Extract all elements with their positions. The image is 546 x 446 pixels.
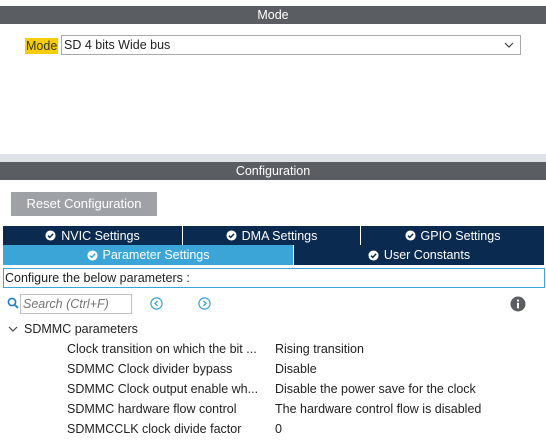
param-value: The hardware control flow is disabled	[275, 402, 482, 416]
mode-select-value: SD 4 bits Wide bus	[64, 38, 171, 52]
param-row[interactable]: SDMMCCLK clock divide factor 0	[67, 419, 282, 439]
param-name: SDMMC Clock output enable wh...	[67, 382, 259, 396]
param-name: SDMMC hardware flow control	[67, 402, 237, 416]
check-circle-icon	[405, 230, 416, 241]
tab-parameter-settings[interactable]: Parameter Settings	[3, 245, 294, 265]
param-value: Disable	[275, 362, 317, 376]
info-icon[interactable]	[510, 296, 526, 312]
section-divider	[0, 154, 546, 162]
param-row[interactable]: SDMMC Clock output enable wh... Disable …	[67, 379, 476, 399]
param-name: Clock transition on which the bit ...	[67, 342, 257, 356]
param-row[interactable]: SDMMC Clock divider bypass Disable	[67, 359, 317, 379]
tab-label: Parameter Settings	[102, 248, 210, 262]
param-row[interactable]: Clock transition on which the bit ... Ri…	[67, 339, 364, 359]
chevron-down-icon	[8, 326, 18, 332]
tab-label: User Constants	[383, 248, 471, 262]
tab-row-1: NVIC Settings DMA Settings GPIO Settings	[3, 226, 544, 245]
sdmmc-parameters-group[interactable]: SDMMC parameters	[8, 320, 138, 338]
check-circle-icon	[45, 230, 56, 241]
mode-label: Mode	[25, 37, 59, 54]
mode-select[interactable]: SD 4 bits Wide bus	[61, 35, 521, 55]
mode-header: Mode	[0, 6, 546, 24]
tab-label: GPIO Settings	[420, 228, 501, 243]
tab-dma-settings[interactable]: DMA Settings	[183, 226, 361, 245]
check-circle-icon	[368, 249, 379, 261]
param-row[interactable]: SDMMC hardware flow control The hardware…	[67, 399, 481, 419]
chevron-down-icon	[504, 42, 514, 48]
tab-label: DMA Settings	[241, 228, 318, 243]
tab-gpio-settings[interactable]: GPIO Settings	[361, 226, 544, 245]
configure-instructions: Configure the below parameters :	[3, 268, 545, 288]
search-input[interactable]	[20, 294, 132, 314]
configuration-header: Configuration	[0, 162, 546, 180]
param-value: 0	[275, 422, 282, 436]
tab-row-2: Parameter Settings User Constants	[3, 245, 544, 265]
check-circle-icon	[226, 230, 237, 241]
check-circle-icon	[86, 249, 98, 261]
tab-user-constants[interactable]: User Constants	[294, 245, 544, 265]
param-value: Rising transition	[275, 342, 364, 356]
param-value: Disable the power save for the clock	[275, 382, 476, 396]
reset-configuration-button[interactable]: Reset Configuration	[11, 192, 157, 216]
search-icon	[7, 297, 19, 309]
next-result-icon[interactable]	[198, 297, 211, 310]
param-name: SDMMC Clock divider bypass	[67, 362, 233, 376]
tab-nvic-settings[interactable]: NVIC Settings	[3, 226, 183, 245]
group-label: SDMMC parameters	[24, 322, 138, 336]
mode-row: Mode	[25, 36, 59, 55]
tab-label: NVIC Settings	[61, 228, 140, 243]
previous-result-icon[interactable]	[150, 297, 163, 310]
param-name: SDMMCCLK clock divide factor	[67, 422, 242, 436]
